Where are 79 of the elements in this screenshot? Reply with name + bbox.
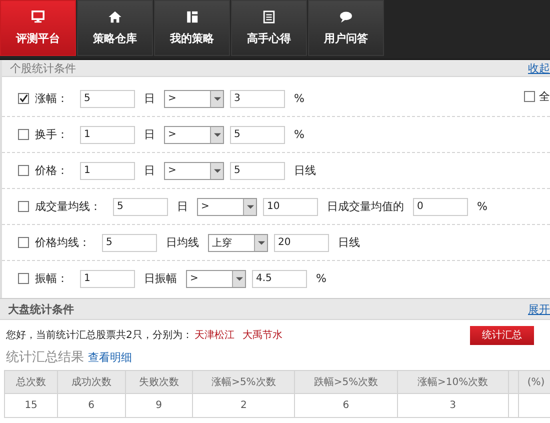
nav-tab[interactable]: 用户问答 <box>308 0 384 56</box>
unit-label: 日 <box>144 127 155 142</box>
checkbox[interactable] <box>18 93 29 104</box>
column-header: 总次数 <box>4 370 58 394</box>
input-field[interactable]: 3 <box>230 90 285 108</box>
input-field[interactable]: 1 <box>80 162 135 180</box>
checkbox[interactable] <box>18 129 29 140</box>
input-field[interactable]: 1 <box>80 270 135 288</box>
column-header: (%) <box>518 370 550 394</box>
checkbox[interactable] <box>18 201 29 212</box>
table-cell: 2 <box>192 394 295 418</box>
stock-name: 大禹节水 <box>242 328 282 342</box>
condition-label: 换手： <box>35 127 68 142</box>
select-dropdown[interactable]: > <box>164 126 224 144</box>
input-field[interactable]: 4.5 <box>252 270 307 288</box>
unit-label: 日线 <box>338 235 360 250</box>
summarize-button[interactable]: 统计汇总 <box>470 326 534 344</box>
input-field[interactable]: 10 <box>263 198 318 216</box>
document-icon <box>262 10 276 24</box>
select-dropdown[interactable]: 上穿 <box>208 234 268 252</box>
input-field[interactable]: 5 <box>80 90 135 108</box>
condition-label: 成交量均线： <box>35 199 101 214</box>
input-field[interactable]: 5 <box>230 126 285 144</box>
section-title: 大盘统计条件 <box>8 302 74 316</box>
unit-label: 日线 <box>294 163 316 178</box>
input-field[interactable]: 5 <box>113 198 168 216</box>
checkbox[interactable] <box>18 273 29 284</box>
collapse-link[interactable]: 收起 <box>528 60 550 76</box>
input-field[interactable]: 5 <box>102 234 157 252</box>
table-cell: 3 <box>397 394 509 418</box>
nav-tab[interactable]: 策略仓库 <box>77 0 153 56</box>
nav-tab[interactable]: 高手心得 <box>231 0 307 56</box>
nav-tab[interactable]: 我的策略 <box>154 0 230 56</box>
input-field[interactable]: 20 <box>274 234 329 252</box>
column-header: 成功次数 <box>58 370 126 394</box>
unit-label: 日 <box>144 163 155 178</box>
checkbox[interactable] <box>524 91 535 102</box>
section-title: 个股统计条件 <box>10 60 76 76</box>
table-cell: 6 <box>294 394 398 418</box>
details-link[interactable]: 查看明细 <box>88 350 132 365</box>
speech-bubble-icon <box>339 10 353 24</box>
input-field[interactable]: 5 <box>230 162 285 180</box>
summary-message: 您好，当前统计汇总股票共2只，分别为： <box>6 328 192 342</box>
column-header: 跌幅>5%次数 <box>294 370 398 394</box>
input-field[interactable]: 0 <box>413 198 468 216</box>
table-cell: 15 <box>4 394 58 418</box>
table-cell: 6 <box>58 394 126 418</box>
unit-label: 日均线 <box>166 235 199 250</box>
monitor-icon <box>31 10 45 24</box>
input-field[interactable]: 1 <box>80 126 135 144</box>
unit-label: % <box>316 272 326 285</box>
unit-label: 日振幅 <box>144 271 177 286</box>
column-header: 涨幅>10%次数 <box>397 370 509 394</box>
stock-name: 天津松江 <box>194 328 234 342</box>
layout-icon <box>185 10 199 24</box>
select-dropdown[interactable]: > <box>197 198 257 216</box>
condition-label: 价格均线： <box>35 235 90 250</box>
unit-label: % <box>477 200 488 213</box>
expand-link[interactable]: 展开 <box>528 302 550 316</box>
nav-tab[interactable]: 评测平台 <box>0 0 76 56</box>
condition-label: 价格： <box>35 163 68 178</box>
column-header: 失败次数 <box>125 370 193 394</box>
unit-label: 日 <box>144 91 155 106</box>
unit-label: % <box>294 92 304 105</box>
results-title: 统计汇总结果 <box>6 349 84 366</box>
condition-label: 涨幅： <box>35 91 68 106</box>
checkbox[interactable] <box>18 165 29 176</box>
unit-label: % <box>294 128 304 141</box>
select-all-label: 全 <box>539 89 550 104</box>
select-dropdown[interactable]: > <box>186 270 246 288</box>
column-header: 涨幅>5%次数 <box>192 370 295 394</box>
home-icon <box>108 10 122 24</box>
condition-label: 振幅： <box>35 271 68 286</box>
table-cell: 9 <box>125 394 193 418</box>
select-dropdown[interactable]: > <box>164 162 224 180</box>
unit-label: 日 <box>177 199 188 214</box>
unit-label: 日成交量均值的 <box>327 199 404 214</box>
select-dropdown[interactable]: > <box>164 90 224 108</box>
checkbox[interactable] <box>18 237 29 248</box>
